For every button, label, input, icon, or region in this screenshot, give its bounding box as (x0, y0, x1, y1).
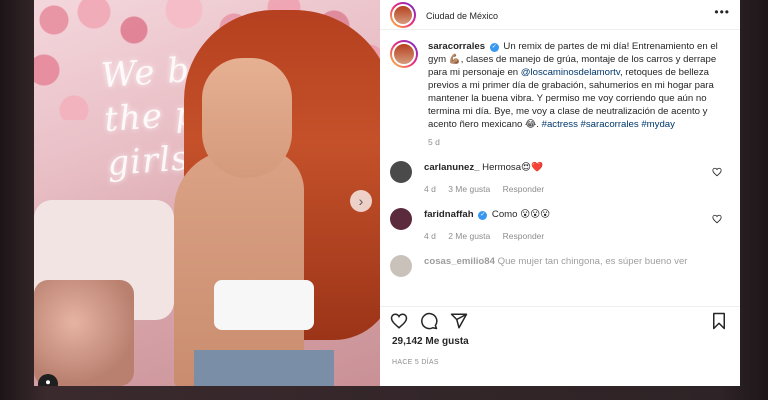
heart-icon[interactable] (712, 214, 722, 224)
comment-likes[interactable]: 2 Me gusta (448, 231, 490, 241)
caption-age: 5 d (428, 137, 440, 147)
commenter-avatar[interactable] (390, 255, 412, 277)
post-header: Ciudad de México ••• (380, 0, 740, 30)
jeans-shape (194, 350, 334, 386)
bookmark-icon[interactable] (710, 312, 728, 330)
reply-button[interactable]: Responder (503, 184, 545, 194)
commenter-avatar[interactable] (390, 161, 412, 183)
user-icon (46, 380, 50, 385)
comment-text: Como 😮😮😮 (491, 209, 551, 220)
comment-age: 4 d (424, 231, 436, 241)
comment-likes[interactable]: 3 Me gusta (448, 184, 490, 194)
comment-item: faridnaffah ✓ Como 😮😮😮 4 d 2 Me gusta Re… (390, 208, 728, 241)
post-caption: saracorrales ✓ Un remix de partes de mi … (390, 40, 728, 131)
comments-list[interactable]: saracorrales ✓ Un remix de partes de mi … (380, 30, 740, 306)
comment-icon[interactable] (420, 312, 438, 330)
comment-username[interactable]: cosas_emilio84 (424, 256, 495, 267)
comment-item: carlanunez_ Hermosa😍❤️ 4 d 3 Me gusta Re… (390, 161, 728, 194)
caption-hashtags[interactable]: #actress #saracorrales #myday (542, 119, 675, 130)
carousel-next-button[interactable]: › (350, 190, 372, 212)
comment-text: Que mujer tan chingona, es súper bueno v… (497, 256, 688, 267)
white-top-shape (214, 280, 314, 330)
share-icon[interactable] (450, 312, 468, 330)
post-sidebar: Ciudad de México ••• saracorrales ✓ Un r… (380, 0, 740, 386)
caption-username[interactable]: saracorrales (428, 41, 485, 52)
comment-username[interactable]: carlanunez_ (424, 162, 479, 173)
comment-age: 4 d (424, 184, 436, 194)
caption-mention[interactable]: @loscaminosdelamortv (521, 67, 620, 78)
post-modal: We belong in the power of girls › Ciudad… (34, 0, 740, 386)
action-bar (380, 306, 740, 334)
comment-text: Hermosa😍❤️ (482, 162, 544, 173)
heart-icon[interactable] (712, 167, 722, 177)
face-shape (202, 58, 292, 178)
comment-username[interactable]: faridnaffah (424, 209, 474, 220)
like-count[interactable]: 29,142 Me gusta (380, 334, 740, 347)
verified-icon: ✓ (478, 211, 488, 220)
chevron-right-icon: › (358, 193, 364, 209)
author-avatar[interactable] (390, 1, 416, 28)
comment-item: cosas_emilio84 Que mujer tan chingona, e… (390, 255, 728, 277)
more-options-icon[interactable]: ••• (714, 5, 730, 19)
add-comment-area[interactable] (380, 366, 740, 386)
verified-icon: ✓ (489, 43, 499, 52)
post-photo[interactable]: We belong in the power of girls › (34, 0, 380, 386)
commenter-avatar[interactable] (390, 208, 412, 230)
like-heart-icon[interactable] (390, 312, 408, 330)
post-location[interactable]: Ciudad de México (426, 11, 498, 21)
caption-avatar[interactable] (390, 40, 418, 68)
reply-button[interactable]: Responder (503, 231, 545, 241)
post-timestamp[interactable]: HACE 5 DÍAS (380, 347, 740, 366)
sequin-pillow (34, 280, 134, 386)
